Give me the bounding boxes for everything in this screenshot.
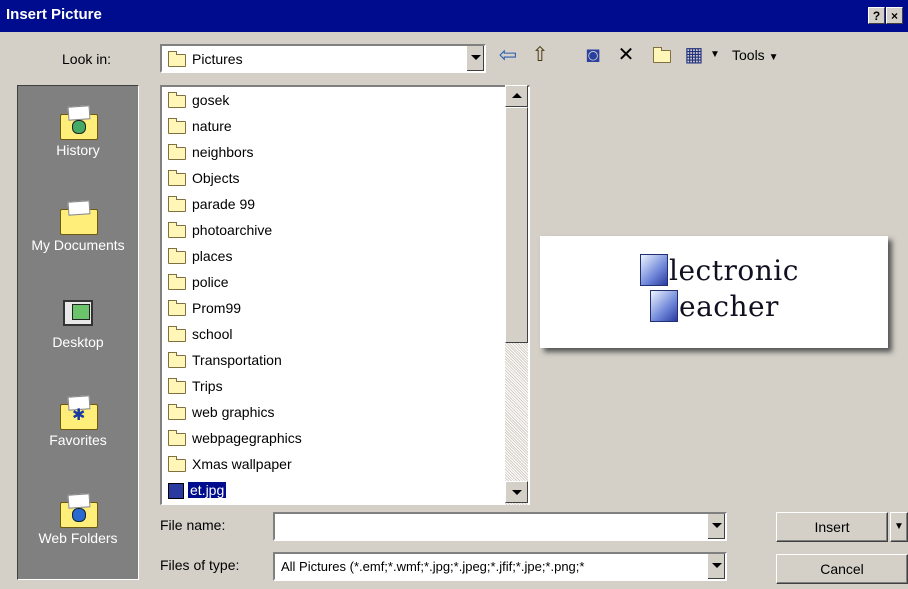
folder-icon [168,169,186,186]
folder-icon [168,195,186,212]
new-folder-icon[interactable] [650,42,674,68]
insert-options-button[interactable]: ▼ [890,512,908,542]
list-item[interactable]: neighbors [168,139,254,165]
place-favorites[interactable]: ✱ Favorites [18,395,138,448]
views-dropdown-icon[interactable]: ▼ [708,42,722,68]
list-item[interactable]: Xmas wallpaper [168,451,292,477]
files-of-type-label: Files of type: [160,557,240,573]
title-bar: Insert Picture ? × [0,0,908,32]
place-web-folders[interactable]: Web Folders [18,493,138,546]
folder-icon [168,377,186,394]
list-item[interactable]: Prom99 [168,295,241,321]
place-my-documents[interactable]: My Documents [18,200,138,253]
list-item[interactable]: school [168,321,232,347]
close-button[interactable]: × [886,7,903,24]
favorites-icon: ✱ [58,395,98,430]
list-item[interactable]: web graphics [168,399,275,425]
image-file-icon [168,483,184,500]
chevron-down-icon[interactable] [707,514,725,539]
list-item-selected[interactable]: et.jpg [168,477,227,503]
folder-icon [168,299,186,316]
views-icon[interactable]: ▦ [682,42,706,68]
folder-icon [168,351,186,368]
delete-icon[interactable]: ✕ [614,42,638,68]
list-item[interactable]: webpagegraphics [168,425,302,451]
list-item[interactable]: photoarchive [168,217,272,243]
place-label: Web Folders [38,530,118,546]
insert-button[interactable]: Insert [776,512,888,542]
folder-icon [168,221,186,238]
preview-image: lectronic eacher [540,236,888,348]
list-item[interactable]: places [168,243,232,269]
file-list[interactable]: gosek nature neighbors Objects parade 99… [160,85,530,505]
look-in-value-wrap: Pictures [168,50,243,67]
logo-mark-e [640,254,668,286]
scroll-down-button[interactable] [505,481,528,503]
folder-icon [168,91,186,108]
my-documents-icon [58,200,98,235]
list-item[interactable]: Trips [168,373,223,399]
desktop-icon [58,298,98,330]
places-bar: History My Documents Desktop ✱ Favorites… [17,85,139,580]
place-label: Favorites [49,432,107,448]
file-name-input[interactable] [273,512,727,541]
help-button[interactable]: ? [868,7,885,24]
folder-icon [168,429,186,446]
look-in-value: Pictures [192,51,243,67]
list-item[interactable]: gosek [168,87,229,113]
history-icon [58,105,98,140]
folder-icon [168,143,186,160]
tools-label: Tools [732,47,765,63]
look-in-label: Look in: [62,51,112,67]
preview-line-2: eacher [650,290,779,323]
up-one-level-icon[interactable]: ⇧ [528,42,552,68]
chevron-down-icon[interactable] [707,554,725,579]
scroll-thumb[interactable] [505,107,528,343]
folder-icon [168,455,186,472]
chevron-down-icon[interactable] [466,46,484,71]
folder-icon [168,403,186,420]
cancel-button[interactable]: Cancel [776,554,908,584]
logo-mark-t [650,290,678,322]
folder-icon [168,117,186,134]
place-label: My Documents [31,237,125,253]
preview-line-1: lectronic [640,254,799,287]
tools-menu[interactable]: Tools ▼ [732,42,798,68]
list-item[interactable]: parade 99 [168,191,255,217]
back-icon[interactable]: ⇦ [496,42,520,68]
search-web-icon[interactable]: ◙ [580,42,606,68]
files-of-type-dropdown[interactable]: All Pictures (*.emf;*.wmf;*.jpg;*.jpeg;*… [273,552,727,581]
list-item[interactable]: police [168,269,229,295]
web-folders-icon [58,493,98,528]
place-label: Desktop [52,334,104,350]
files-of-type-value: All Pictures (*.emf;*.wmf;*.jpg;*.jpeg;*… [281,559,585,574]
list-item[interactable]: Objects [168,165,239,191]
folder-icon [168,50,186,67]
place-history[interactable]: History [18,105,138,158]
window-title: Insert Picture [6,6,102,23]
place-desktop[interactable]: Desktop [18,298,138,350]
place-label: History [56,142,100,158]
folder-icon [168,273,186,290]
list-item[interactable]: Transportation [168,347,282,373]
list-item[interactable]: nature [168,113,232,139]
scroll-up-button[interactable] [505,85,528,107]
file-name-label: File name: [160,517,226,533]
folder-icon [168,247,186,264]
file-list-scrollbar[interactable] [505,85,528,505]
folder-icon [168,325,186,342]
preview-pane: lectronic eacher [538,85,908,505]
look-in-dropdown[interactable]: Pictures [160,44,486,73]
